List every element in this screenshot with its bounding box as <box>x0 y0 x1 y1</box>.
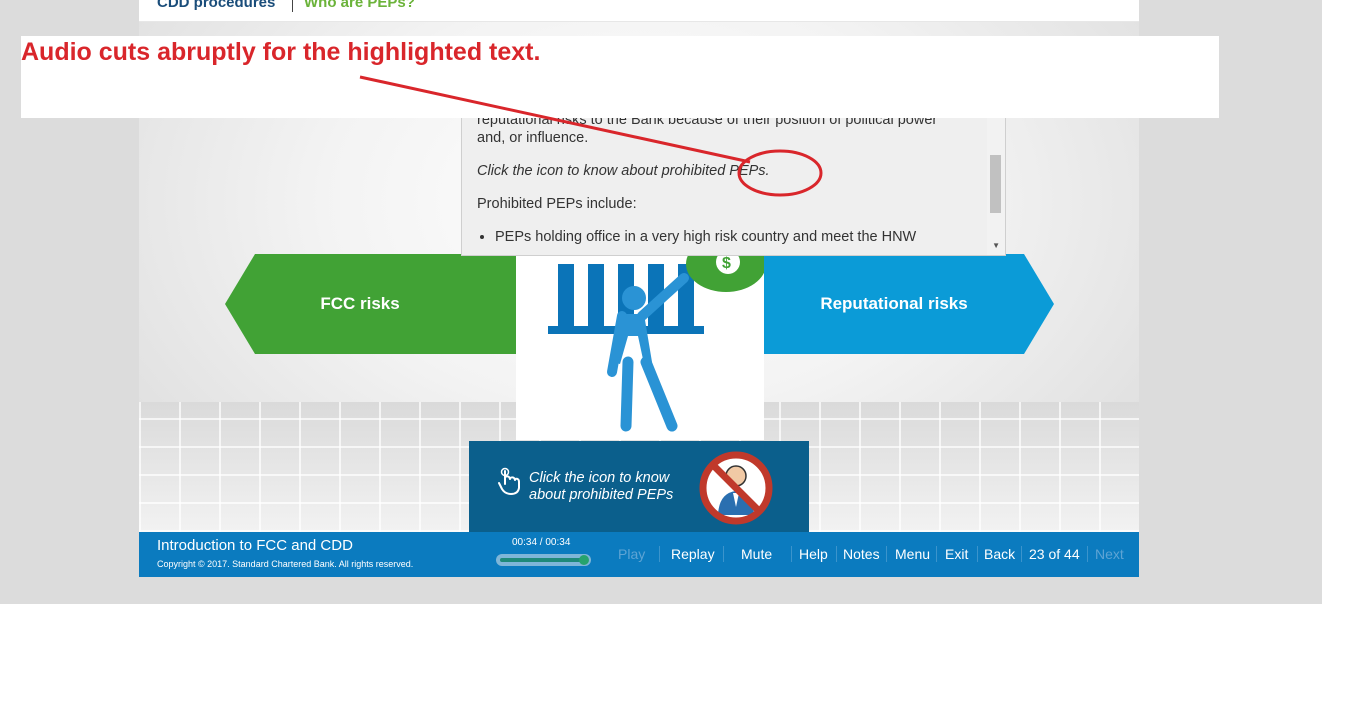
breadcrumb-parent[interactable]: CDD procedures <box>157 0 275 11</box>
popup-bullet: PEPs holding office in a very high risk … <box>495 228 972 246</box>
notes-button[interactable]: Notes <box>843 546 880 562</box>
page-counter: 23 of 44 <box>1029 546 1080 562</box>
audio-seek-bar[interactable] <box>496 554 591 566</box>
nav-separator <box>659 546 660 562</box>
nav-separator <box>1021 546 1022 562</box>
play-button[interactable]: Play <box>618 546 645 562</box>
pep-illustration: $ <box>516 254 764 440</box>
nav-separator <box>791 546 792 562</box>
svg-text:$: $ <box>722 255 731 272</box>
scroll-down-icon[interactable]: ▼ <box>992 241 1000 250</box>
fcc-risks-arrow: FCC risks <box>225 254 520 354</box>
popup-prohibited-intro: Prohibited PEPs include: <box>477 196 637 212</box>
callout-text: Click the icon to know about prohibited … <box>529 470 673 504</box>
popup-line-2: and, or influence. <box>477 130 589 146</box>
annotation-box: Audio cuts abruptly for the highlighted … <box>21 36 1219 118</box>
next-button[interactable]: Next <box>1095 546 1124 562</box>
help-button[interactable]: Help <box>799 546 828 562</box>
breadcrumb-current: Who are PEPs? <box>304 0 415 11</box>
popup-text: reputational risks to the Bank because o… <box>477 111 972 246</box>
prohibited-peps-callout[interactable]: Click the icon to know about prohibited … <box>469 441 809 532</box>
mute-button[interactable]: Mute <box>741 546 772 562</box>
reputational-risks-label: Reputational risks <box>820 294 968 313</box>
fcc-risks-label: FCC risks <box>320 294 400 313</box>
replay-button[interactable]: Replay <box>671 546 715 562</box>
exit-button[interactable]: Exit <box>945 546 968 562</box>
nav-separator <box>936 546 937 562</box>
popup-scroll-thumb[interactable] <box>990 155 1001 213</box>
nav-separator <box>836 546 837 562</box>
breadcrumb-separator <box>292 0 293 12</box>
course-title: Introduction to FCC and CDD <box>157 537 353 554</box>
audio-seek-knob[interactable] <box>579 555 589 565</box>
popup-click-hint: Click the icon to know about prohibited … <box>477 163 770 179</box>
callout-line-2: about prohibited PEPs <box>529 487 674 503</box>
prohibited-person-icon[interactable] <box>697 449 775 527</box>
money-bag-icon: $ <box>686 254 764 292</box>
callout-line-1: Click the icon to know <box>529 470 670 486</box>
back-button[interactable]: Back <box>984 546 1015 562</box>
audio-time: 00:34 / 00:34 <box>512 537 571 548</box>
annotation-note: Audio cuts abruptly for the highlighted … <box>21 38 541 66</box>
popup-bullet-list: PEPs holding office in a very high risk … <box>477 228 972 246</box>
nav-separator <box>977 546 978 562</box>
player-footer: Introduction to FCC and CDD Copyright © … <box>139 532 1139 577</box>
breadcrumb: CDD procedures Who are PEPs? <box>139 0 1139 21</box>
menu-button[interactable]: Menu <box>895 546 930 562</box>
copyright-text: Copyright © 2017. Standard Chartered Ban… <box>157 559 414 569</box>
hand-pointer-icon <box>498 467 520 495</box>
nav-separator <box>886 546 887 562</box>
nav-separator <box>723 546 724 562</box>
audio-seek-fill <box>500 558 584 562</box>
nav-separator <box>1087 546 1088 562</box>
reputational-risks-arrow: Reputational risks <box>759 254 1054 354</box>
